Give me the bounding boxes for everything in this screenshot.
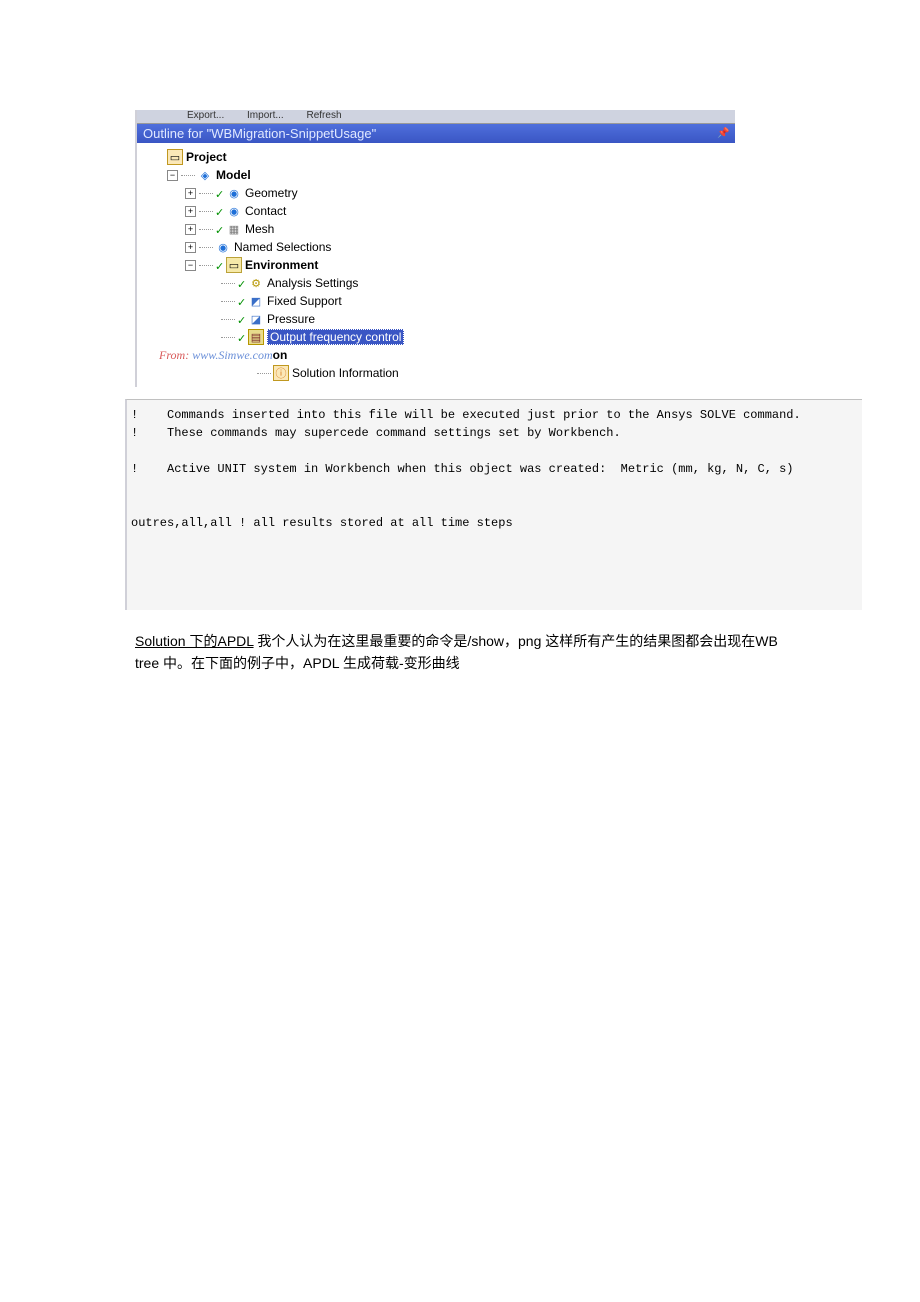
pressure-icon: ◪ xyxy=(248,311,264,327)
tree-node-named-selections[interactable]: + ◉ Named Selections xyxy=(149,238,727,256)
tree-node-model[interactable]: − ◈ Model xyxy=(149,166,727,184)
check-icon: ✓ xyxy=(237,332,247,342)
model-label: Model xyxy=(216,168,251,182)
expand-icon[interactable]: + xyxy=(185,224,196,235)
environment-icon: ▭ xyxy=(226,257,242,273)
solution-label: on xyxy=(273,348,288,362)
fixed-support-label: Fixed Support xyxy=(267,294,342,308)
check-icon: ✓ xyxy=(237,314,247,324)
code-line: ! Active UNIT system in Workbench when t… xyxy=(131,462,794,476)
toolbar-refresh: Refresh xyxy=(307,110,342,121)
tree-node-pressure[interactable]: ✓ ◪ Pressure xyxy=(149,310,727,328)
contact-icon: ◉ xyxy=(226,203,242,219)
mesh-icon: ▦ xyxy=(226,221,242,237)
settings-icon: ⚙ xyxy=(248,275,264,291)
check-icon: ✓ xyxy=(215,188,225,198)
tree-node-mesh[interactable]: + ✓ ▦ Mesh xyxy=(149,220,727,238)
outline-tree: ▭ Project − ◈ Model + ✓ ◉ Geometry + xyxy=(137,143,735,387)
expand-icon[interactable]: + xyxy=(185,206,196,217)
solution-info-label: Solution Information xyxy=(292,366,399,380)
code-line: outres,all,all ! all results stored at a… xyxy=(131,516,513,530)
command-icon: ▤ xyxy=(248,329,264,345)
tree-node-geometry[interactable]: + ✓ ◉ Geometry xyxy=(149,184,727,202)
toolbar-export: Export... xyxy=(187,110,224,121)
project-label: Project xyxy=(186,150,227,164)
project-icon: ▭ xyxy=(167,149,183,165)
check-icon: ✓ xyxy=(215,260,225,270)
geometry-label: Geometry xyxy=(245,186,298,200)
check-icon: ✓ xyxy=(237,296,247,306)
body-paragraph: Solution 下的APDL 我个人认为在这里最重要的命令是/show，png… xyxy=(135,610,795,675)
named-selections-label: Named Selections xyxy=(234,240,331,254)
environment-label: Environment xyxy=(245,258,318,272)
toolbar-fragment: Export... Import... Refresh xyxy=(137,110,735,124)
watermark-text: From: www.Simwe.com xyxy=(159,348,273,363)
output-frequency-label: Output frequency control xyxy=(267,329,404,345)
outline-title: Outline for "WBMigration-SnippetUsage" xyxy=(143,126,376,141)
expand-icon[interactable]: + xyxy=(185,242,196,253)
expand-icon[interactable]: + xyxy=(185,188,196,199)
tree-node-solution-info[interactable]: ⓘ Solution Information xyxy=(149,364,727,382)
workbench-screenshot: Export... Import... Refresh Outline for … xyxy=(135,110,735,387)
named-selections-icon: ◉ xyxy=(215,239,231,255)
code-line: ! These commands may supercede command s… xyxy=(131,426,621,440)
tree-node-project[interactable]: ▭ Project xyxy=(149,148,727,166)
fixed-support-icon: ◩ xyxy=(248,293,264,309)
collapse-icon[interactable]: − xyxy=(185,260,196,271)
outline-header: Outline for "WBMigration-SnippetUsage" 📌 xyxy=(137,124,735,143)
body-underlined: Solution 下的APDL xyxy=(135,633,254,649)
info-icon: ⓘ xyxy=(273,365,289,381)
tree-node-contact[interactable]: + ✓ ◉ Contact xyxy=(149,202,727,220)
contact-label: Contact xyxy=(245,204,286,218)
collapse-icon[interactable]: − xyxy=(167,170,178,181)
code-line: ! Commands inserted into this file will … xyxy=(131,408,801,422)
model-icon: ◈ xyxy=(197,167,213,183)
code-editor-panel: ! Commands inserted into this file will … xyxy=(125,399,862,610)
pressure-label: Pressure xyxy=(267,312,315,326)
geometry-icon: ◉ xyxy=(226,185,242,201)
tree-node-environment[interactable]: − ✓ ▭ Environment xyxy=(149,256,727,274)
mesh-label: Mesh xyxy=(245,222,274,236)
tree-node-fixed-support[interactable]: ✓ ◩ Fixed Support xyxy=(149,292,727,310)
check-icon: ✓ xyxy=(215,224,225,234)
tree-node-solution[interactable]: From: www.Simwe.com on xyxy=(149,346,727,364)
check-icon: ✓ xyxy=(237,278,247,288)
check-icon: ✓ xyxy=(215,206,225,216)
tree-node-output-frequency[interactable]: ✓ ▤ Output frequency control xyxy=(149,328,727,346)
pin-icon[interactable]: 📌 xyxy=(717,128,729,140)
toolbar-import: Import... xyxy=(247,110,284,121)
analysis-settings-label: Analysis Settings xyxy=(267,276,358,290)
tree-node-analysis-settings[interactable]: ✓ ⚙ Analysis Settings xyxy=(149,274,727,292)
